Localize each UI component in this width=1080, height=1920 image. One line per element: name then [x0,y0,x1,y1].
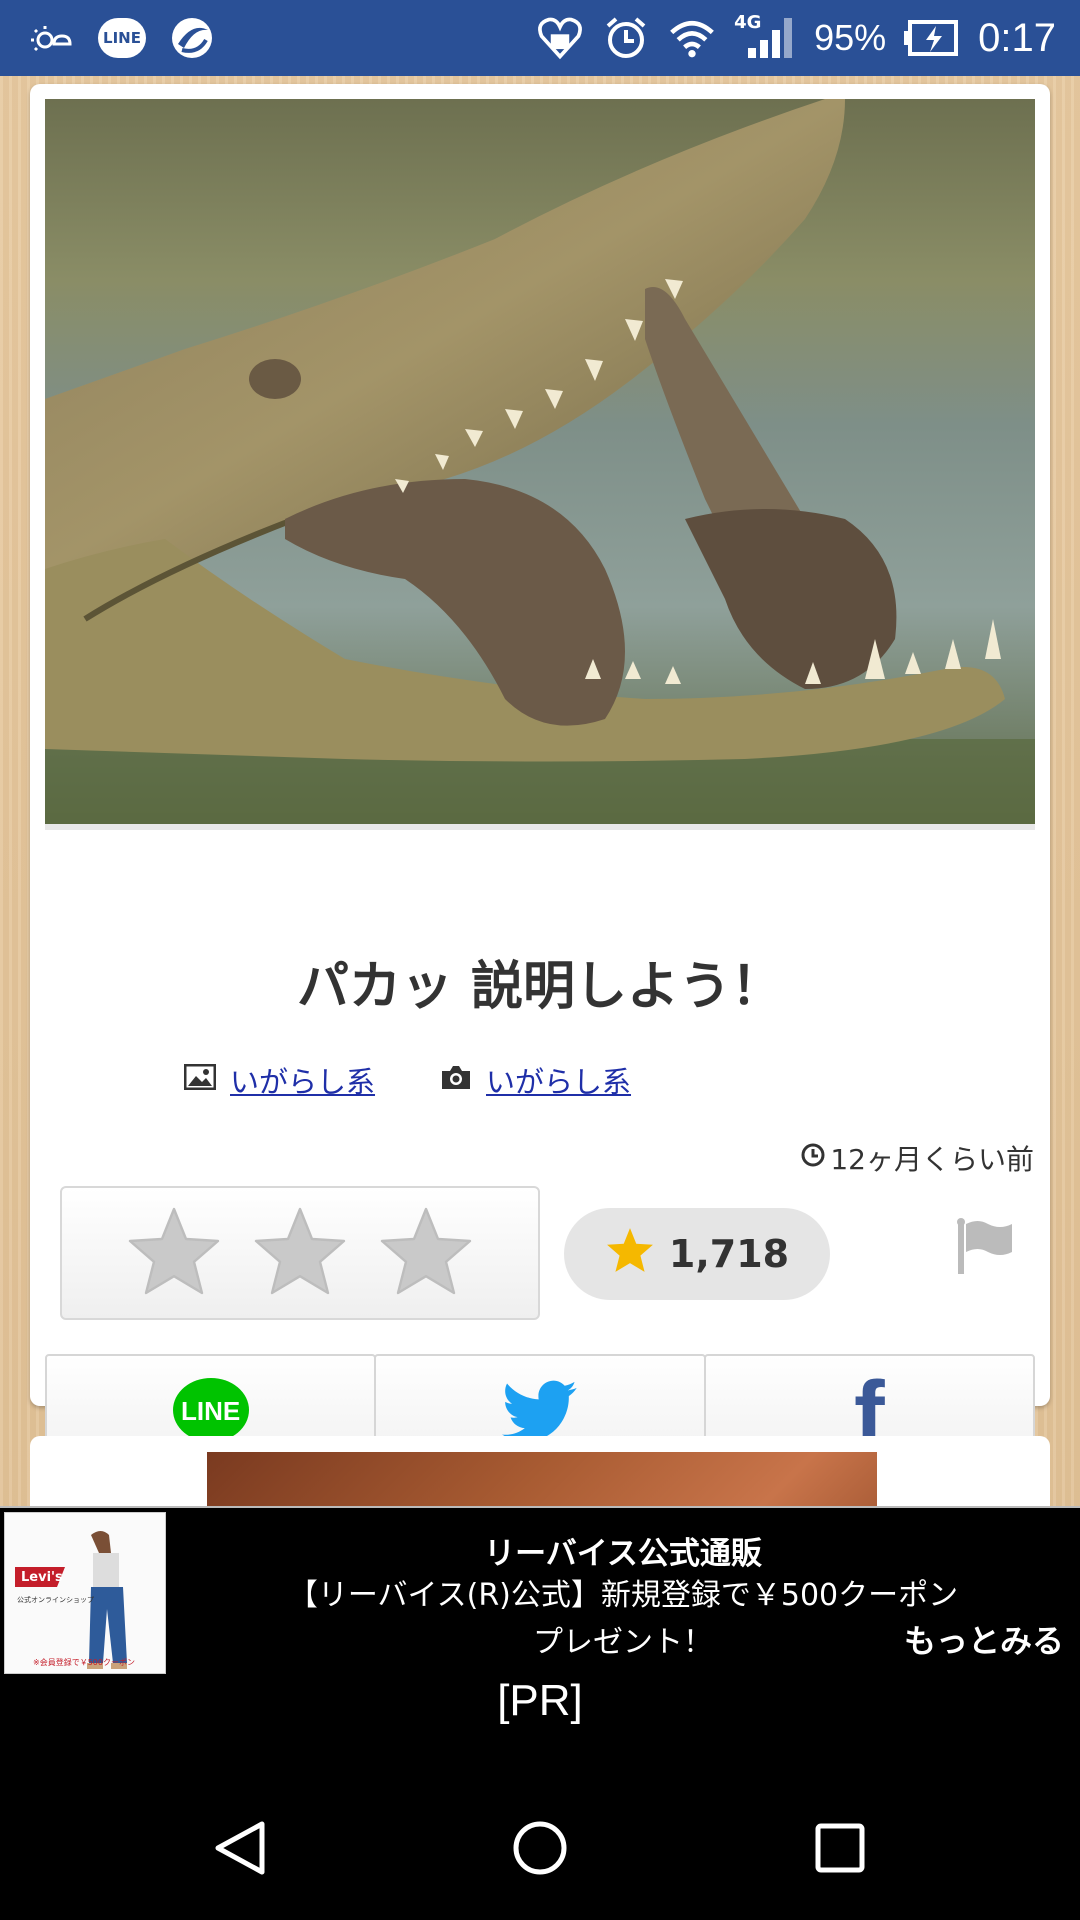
rating-input[interactable] [60,1186,540,1320]
back-icon[interactable] [210,1818,270,1878]
rating-count-badge: 1,718 [564,1208,830,1300]
ad-pr-label: [PR] [497,1676,583,1725]
weather-icon [28,14,76,62]
ad-thumb-coupon: ※会員登録で￥500クーポン [33,1658,135,1667]
photo-author: いがらし系 [440,1059,631,1101]
line-app-icon: LINE [98,14,146,62]
recents-icon[interactable] [810,1818,870,1878]
image-author-link[interactable]: いがらし系 [230,1059,375,1101]
home-icon[interactable] [510,1818,570,1878]
ad-more-link[interactable]: もっとみる [904,1616,1064,1662]
image-author: いがらし系 [183,1059,375,1101]
timestamp: 12ヶ月くらい前 [800,1138,1034,1178]
ad-banner[interactable]: Levi's 公式オンラインショップ ※会員登録で￥500クーポン リーバイス公… [0,1506,1080,1778]
battery-icon [904,14,960,62]
star-1-icon[interactable] [126,1205,222,1301]
status-bar: LINE 4G 95% 0:17 [0,0,1080,76]
network-type: 4G [734,12,762,33]
health-app-icon [536,14,584,62]
line-badge-label: LINE [98,18,146,58]
signal-icon: 4G [734,12,796,62]
star-2-icon[interactable] [252,1205,348,1301]
clock-icon [800,1142,826,1175]
star-3-icon[interactable] [378,1205,474,1301]
report-flag-icon[interactable] [954,1218,1014,1278]
ad-description-line1: 【リーバイス(R)公式】新規登録で￥500クーポン [287,1578,959,1613]
line-icon-label: LINE [181,1396,241,1426]
photo-author-link[interactable]: いがらし系 [486,1059,631,1101]
alarm-icon [602,14,650,62]
post-title: パカッ 説明しよう！ [296,957,784,1017]
post-card: パカッ 説明しよう！ いがらし系 いがらし系 12ヶ月くらい前 1,718 LI… [30,84,1050,1474]
camera-icon [440,1063,472,1098]
gold-star-icon [605,1226,655,1283]
browser-app-icon [168,14,216,62]
battery-percent: 95% [814,17,887,58]
time-ago-text: 12ヶ月くらい前 [830,1143,1034,1176]
clock: 0:17 [978,15,1056,60]
rating-count: 1,718 [668,1232,790,1276]
wifi-icon [668,14,716,62]
image-icon [183,1063,217,1097]
ad-thumbnail[interactable]: Levi's 公式オンラインショップ ※会員登録で￥500クーポン [4,1512,166,1674]
ad-thumb-caption: 公式オンラインショップ [17,1596,94,1604]
post-photo[interactable] [45,99,1035,830]
ad-brand-logo: Levi's [21,1570,63,1585]
ad-title[interactable]: リーバイス公式通販 [166,1528,1080,1573]
navigation-bar [0,1776,1080,1920]
